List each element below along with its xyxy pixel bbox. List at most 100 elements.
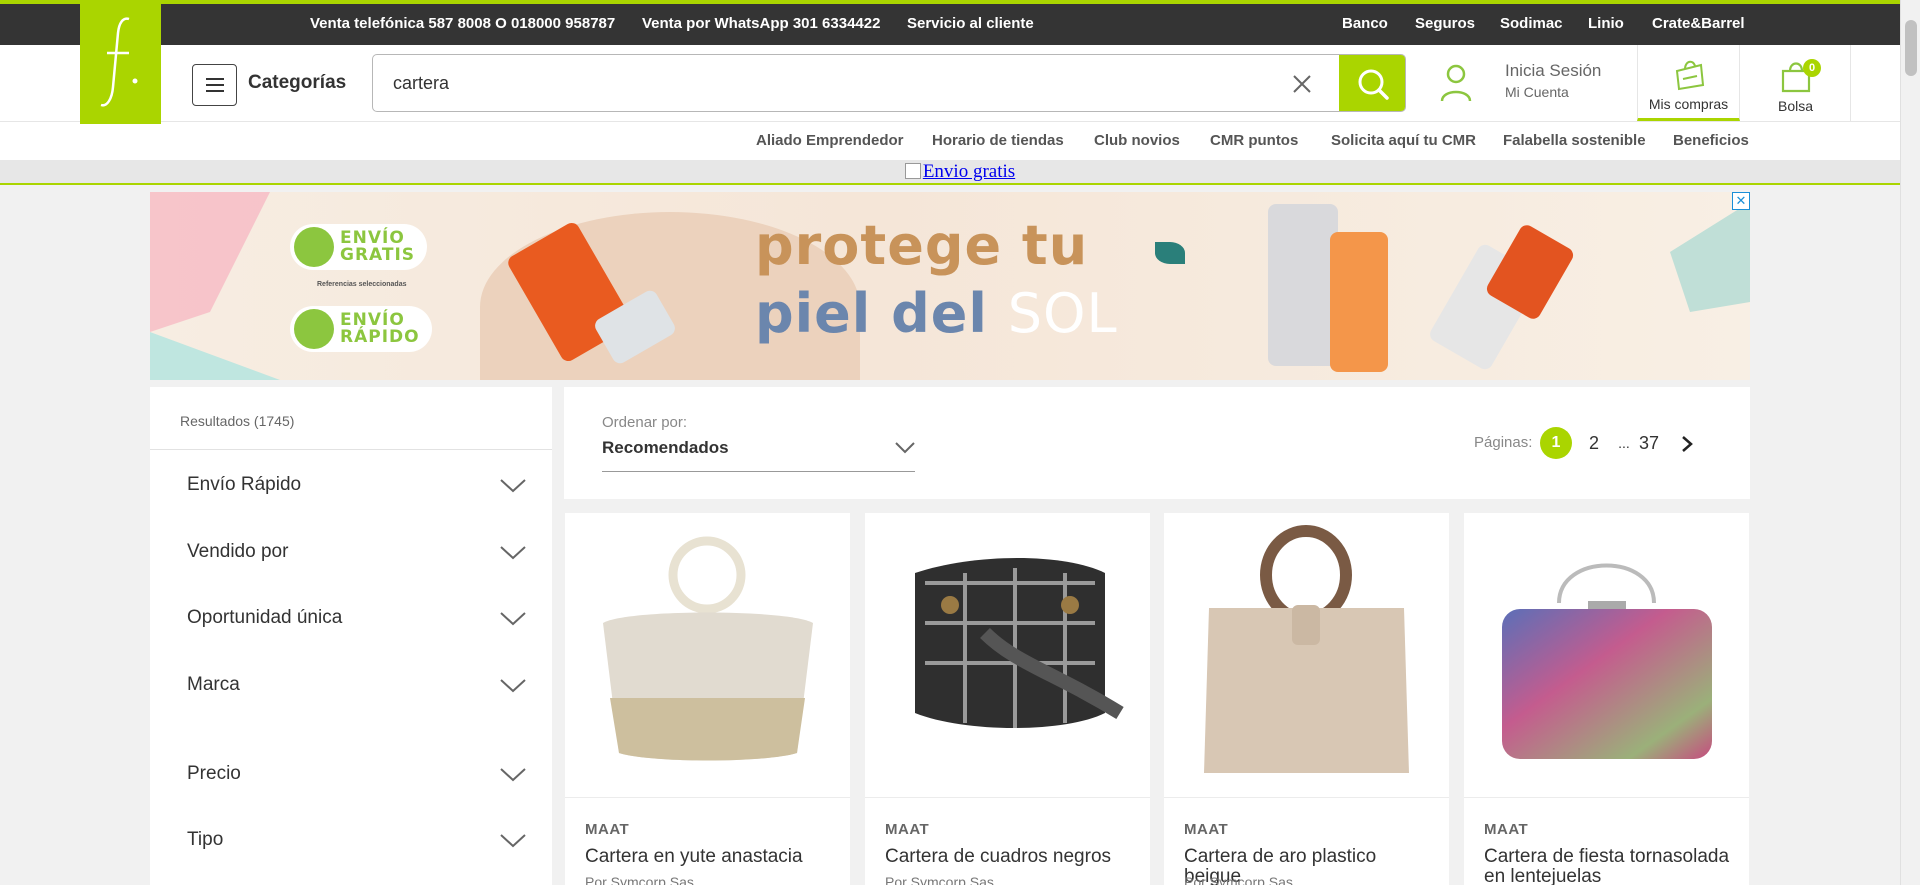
whatsapp-sales-link[interactable]: Venta por WhatsApp 301 6334422: [642, 15, 880, 32]
product-title[interactable]: Cartera en yute anastacia: [585, 847, 835, 867]
secondary-nav: Aliado Emprendedor Horario de tiendas Cl…: [0, 122, 1920, 160]
search-button[interactable]: [1339, 55, 1405, 111]
product-card[interactable]: MAAT Cartera de fiesta tornasolada en le…: [1464, 513, 1749, 885]
product-image[interactable]: [1464, 513, 1749, 798]
bag-label: Bolsa: [1777, 98, 1814, 114]
sunscreen-banner[interactable]: ENVÍO GRATIS Referencias seleccionadas EN…: [150, 192, 1750, 380]
topbar-link-banco[interactable]: Banco: [1342, 15, 1388, 32]
isdin-bottle-image: [1330, 232, 1388, 372]
top-bar: Venta telefónica 587 8008 O 018000 95878…: [0, 0, 1920, 45]
promo-strip: Envio gratis: [0, 160, 1920, 185]
product-card[interactable]: MAAT Cartera en yute anastacia Por Symco…: [565, 513, 850, 885]
fast-shipping-badge: ENVÍO RÁPIDO: [290, 306, 432, 352]
my-purchases-button[interactable]: Mis compras: [1637, 45, 1740, 121]
topbar-link-seguros[interactable]: Seguros: [1415, 15, 1475, 32]
palm-leaf-decoration: [1670, 202, 1750, 312]
banner-headline-2: piel del SOL: [755, 282, 1118, 345]
banner-close-icon[interactable]: ✕: [1732, 192, 1750, 210]
facet-oportunidad-unica[interactable]: Oportunidad única: [187, 607, 527, 637]
my-purchases-label: Mis compras: [1648, 96, 1729, 112]
customer-service-link[interactable]: Servicio al cliente: [907, 15, 1034, 32]
chevron-down-icon: [500, 546, 526, 560]
product-brand: MAAT: [585, 821, 630, 838]
link-solicita-cmr[interactable]: Solicita aquí tu CMR: [1331, 132, 1476, 149]
product-image[interactable]: [865, 513, 1150, 798]
main-header: Categorías Inicia Sesión Mi Cuenta Mis c…: [0, 45, 1920, 122]
search-icon: [1358, 69, 1389, 100]
badge2-line2: RÁPIDO: [340, 327, 420, 347]
user-icon[interactable]: [1440, 63, 1472, 103]
jute-bag-image: [603, 536, 813, 761]
chevron-down-icon: [500, 612, 526, 626]
leaf-drop-decoration: [1155, 242, 1185, 264]
search-box: [372, 54, 1406, 112]
link-beneficios[interactable]: Beneficios: [1673, 132, 1749, 149]
chevron-right-icon[interactable]: [1680, 435, 1694, 453]
free-shipping-alt-text: Envio gratis: [922, 161, 1016, 182]
menu-line-icon: [205, 84, 224, 86]
free-shipping-link[interactable]: Envio gratis: [904, 161, 1016, 183]
facet-label: Oportunidad única: [187, 607, 343, 628]
link-horario-tiendas[interactable]: Horario de tiendas: [932, 132, 1064, 149]
pages-label: Páginas:: [1474, 434, 1533, 451]
page-scrollbar[interactable]: [1900, 0, 1920, 885]
categories-label[interactable]: Categorías: [248, 72, 346, 94]
search-input[interactable]: [393, 55, 1273, 111]
link-falabella-sostenible[interactable]: Falabella sostenible: [1503, 132, 1646, 149]
sequin-clutch-image: [1502, 563, 1712, 759]
plaid-bag-image: [915, 558, 1124, 728]
link-club-novios[interactable]: Club novios: [1094, 132, 1180, 149]
chevron-down-icon[interactable]: [894, 441, 916, 455]
topbar-link-sodimac[interactable]: Sodimac: [1500, 15, 1563, 32]
badge1-line2: GRATIS: [340, 245, 416, 265]
page-1-button[interactable]: 1: [1540, 427, 1572, 459]
product-title[interactable]: Cartera de cuadros negros: [885, 847, 1135, 867]
chevron-down-icon: [500, 834, 526, 848]
link-aliado-emprendedor[interactable]: Aliado Emprendedor: [756, 132, 904, 149]
chevron-down-icon: [500, 479, 526, 493]
topbar-link-cratebarrel[interactable]: Crate&Barrel: [1652, 15, 1745, 32]
truck-icon: [294, 309, 334, 349]
phone-sales-link[interactable]: Venta telefónica 587 8008 O 018000 95878…: [310, 15, 615, 32]
product-brand: MAAT: [1484, 821, 1529, 838]
facet-label: Envío Rápido: [187, 474, 302, 495]
facet-tipo[interactable]: Tipo: [187, 829, 527, 859]
product-card[interactable]: MAAT Cartera de cuadros negros Por Symco…: [865, 513, 1150, 885]
sort-underline: [602, 471, 915, 472]
chevron-down-icon: [500, 768, 526, 782]
product-image[interactable]: [565, 513, 850, 798]
facet-marca[interactable]: Marca: [187, 674, 527, 704]
purchases-bag-icon: [1675, 60, 1704, 91]
facet-label: Marca: [187, 674, 240, 695]
banner-headline-2-text: piel del: [755, 282, 988, 345]
falabella-f-icon: [100, 17, 137, 107]
hamburger-menu-button[interactable]: [192, 64, 237, 106]
facet-precio[interactable]: Precio: [187, 763, 527, 793]
facet-label: Tipo: [187, 829, 224, 850]
facet-label: Vendido por: [187, 541, 289, 562]
beige-bag-image: [1204, 525, 1409, 773]
facet-label: Precio: [187, 763, 241, 784]
facet-envio-rapido[interactable]: Envío Rápido: [187, 474, 527, 504]
product-image[interactable]: [1164, 513, 1449, 798]
menu-line-icon: [205, 90, 224, 92]
product-card[interactable]: MAAT Cartera de aro plastico beigue Por …: [1164, 513, 1449, 885]
facet-vendido-por[interactable]: Vendido por: [187, 541, 527, 571]
page-37-button[interactable]: 37: [1633, 427, 1665, 459]
results-count: Resultados (1745): [180, 413, 295, 429]
link-cmr-puntos[interactable]: CMR puntos: [1210, 132, 1298, 149]
product-title[interactable]: Cartera de fiesta tornasolada en lenteju…: [1484, 847, 1734, 885]
bag-button[interactable]: 0 Bolsa: [1741, 45, 1851, 121]
free-shipping-badge: ENVÍO GRATIS: [290, 224, 428, 270]
scrollbar-thumb[interactable]: [1905, 20, 1917, 76]
product-seller: Por Symcorp Sas: [1184, 874, 1293, 885]
page-2-button[interactable]: 2: [1578, 427, 1610, 459]
clear-search-icon[interactable]: [1290, 72, 1314, 96]
my-account-link[interactable]: Mi Cuenta: [1505, 84, 1569, 100]
palm-leaf-decoration: [150, 192, 280, 380]
login-title[interactable]: Inicia Sesión: [1505, 61, 1601, 81]
sort-dropdown[interactable]: Recomendados: [602, 438, 729, 458]
topbar-link-linio[interactable]: Linio: [1588, 15, 1624, 32]
isdin-box-image: [1268, 204, 1338, 366]
falabella-logo[interactable]: [80, 0, 161, 124]
